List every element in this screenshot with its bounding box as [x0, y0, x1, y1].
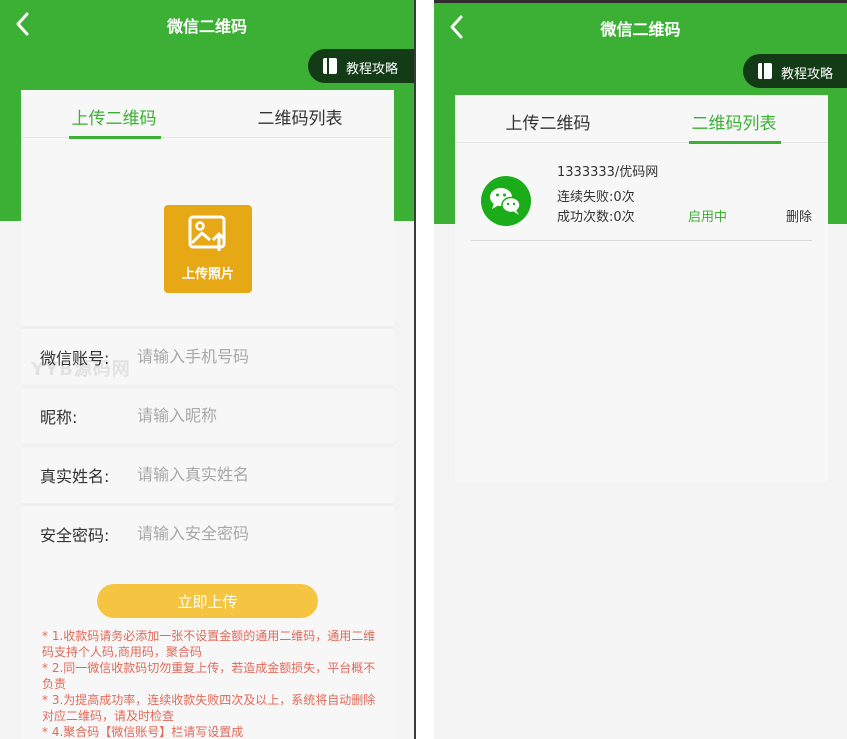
qr-list-screen: 微信二维码 教程攻略 上传二维码 二维码列表 1333333/优码网 连续失败:…: [434, 0, 847, 739]
upload-photo-button[interactable]: 上传照片: [164, 205, 252, 293]
wechat-account-input[interactable]: [137, 339, 377, 373]
wechat-account-label: 微信账号:: [40, 349, 110, 368]
qr-fail-count: 连续失败:0次: [557, 190, 635, 205]
tab-qr-list[interactable]: 二维码列表: [641, 95, 827, 144]
form-row-security-password: 安全密码:: [21, 503, 394, 559]
note-item: * 4.聚合码【微信账号】栏请写设置成: [42, 725, 244, 739]
book-icon: [323, 58, 337, 74]
tab-label: 二维码列表: [257, 109, 343, 129]
security-password-label: 安全密码:: [40, 526, 110, 545]
upload-area: 上传照片: [21, 139, 394, 326]
upload-card: 上传二维码 二维码列表 上传照片 YYB源码网 微信账号: 请输入手机号码 昵称…: [21, 90, 394, 739]
form-row-wechat-account: YYB源码网 微信账号:: [21, 326, 394, 382]
upload-notes: * 1.收款码请务必添加一张不设置金额的通用二维码，通用二维码支持个人码,商用码…: [42, 628, 378, 739]
page-title: 微信二维码: [166, 17, 247, 36]
nickname-input[interactable]: [137, 398, 377, 432]
qr-status-toggle[interactable]: 启用中: [688, 206, 727, 225]
submit-upload-button[interactable]: 立即上传: [97, 584, 318, 618]
tab-label: 上传二维码: [71, 109, 157, 129]
qr-delete-button[interactable]: 删除: [786, 206, 812, 225]
tab-qr-list[interactable]: 二维码列表: [207, 90, 393, 138]
guide-button[interactable]: 教程攻略: [743, 54, 847, 88]
form-row-real-name: 真实姓名:: [21, 444, 394, 500]
tab-bar: 上传二维码 二维码列表: [21, 90, 394, 139]
top-bar: 微信二维码: [0, 0, 414, 50]
note-item: * 3.为提高成功率，连续收款失败四次及以上，系统将自动删除对应二维码，请及时检…: [42, 693, 376, 723]
form-row-nickname: 昵称:: [21, 385, 394, 441]
guide-button-label: 教程攻略: [346, 62, 399, 77]
tab-bar: 上传二维码 二维码列表: [455, 95, 828, 144]
tab-upload-qr[interactable]: 上传二维码: [455, 95, 641, 143]
tab-label: 二维码列表: [691, 114, 777, 134]
nickname-label: 昵称:: [40, 408, 78, 427]
real-name-label: 真实姓名:: [40, 467, 110, 486]
guide-button-label: 教程攻略: [781, 67, 834, 82]
note-item: * 2.同一微信收款码切勿重复上传，若造成金额损失，平台概不负责: [42, 661, 376, 691]
security-password-input[interactable]: [137, 516, 377, 550]
qr-list-card: 上传二维码 二维码列表 1333333/优码网 连续失败:0次 成功次数:0次 …: [455, 95, 828, 482]
top-bar: 微信二维码: [434, 3, 847, 53]
upload-screen: 微信二维码 教程攻略 上传二维码 二维码列表 上传照片 YYB源码网 微信账号:…: [0, 0, 416, 739]
real-name-input[interactable]: [137, 457, 377, 491]
guide-button[interactable]: 教程攻略: [308, 49, 414, 83]
qr-account-name: 1333333/优码网: [557, 165, 659, 180]
qr-success-count: 成功次数:0次: [557, 210, 635, 225]
tab-upload-qr[interactable]: 上传二维码: [21, 90, 207, 139]
tab-label: 上传二维码: [505, 114, 591, 134]
note-item: * 1.收款码请务必添加一张不设置金额的通用二维码，通用二维码支持个人码,商用码…: [42, 629, 376, 659]
page-title: 微信二维码: [600, 20, 681, 39]
image-upload-icon: [188, 215, 227, 251]
active-tab-indicator: [689, 141, 781, 144]
qr-list-item: 1333333/优码网 连续失败:0次 成功次数:0次 启用中 删除: [471, 145, 812, 241]
upload-photo-label: 上传照片: [181, 267, 234, 282]
wechat-icon: [481, 176, 531, 226]
book-icon: [758, 63, 772, 79]
